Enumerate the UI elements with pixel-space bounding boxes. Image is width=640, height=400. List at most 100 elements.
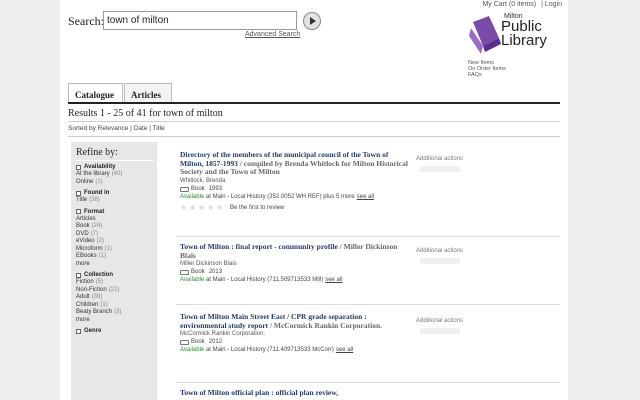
facet-head-label: Availability xyxy=(84,164,116,170)
checkbox-icon[interactable] xyxy=(76,209,81,214)
facet-item-count: (2) xyxy=(96,238,104,244)
faqs-link[interactable]: FAQs xyxy=(468,72,506,78)
result-format: Book 2013 xyxy=(180,269,560,276)
sort-relevance[interactable]: Relevance xyxy=(98,125,129,132)
star-icon[interactable]: ★ xyxy=(180,203,188,212)
checkbox-icon[interactable] xyxy=(76,190,81,196)
result-format: Book 1993 xyxy=(180,186,560,193)
result-format: Book 2012 xyxy=(180,339,560,346)
facet-item[interactable]: Microform (1) xyxy=(76,246,157,254)
facet-item[interactable]: Articles xyxy=(76,216,157,224)
facet-item[interactable]: Title (38) xyxy=(76,197,157,205)
facet-item-label: Fiction xyxy=(76,279,94,285)
facet-item-label: Articles xyxy=(76,215,96,222)
facet-group-format: Format Articles Book (24) DVD (7) eVideo (2… xyxy=(76,209,157,269)
facet-more-link[interactable]: more xyxy=(76,317,157,325)
checkbox-icon[interactable] xyxy=(76,328,81,334)
additional-actions[interactable]: Additional actions xyxy=(416,156,463,162)
facet-head-format[interactable]: Format xyxy=(76,209,157,215)
result-title-text[interactable]: Town of Milton : final report - communit… xyxy=(180,242,338,251)
facet-head-availability[interactable]: Availability xyxy=(76,164,157,170)
facet-item-count: (40) xyxy=(111,171,123,177)
logo-line-3: Library xyxy=(501,32,547,49)
checkbox-icon[interactable] xyxy=(76,272,81,278)
library-logo[interactable]: Milton Public Library xyxy=(469,13,561,58)
result-author[interactable]: Miller Dickinson Blais xyxy=(180,261,560,268)
tab-catalogue[interactable]: Catalogue xyxy=(68,83,123,104)
result-author[interactable]: McCormick Rankin Corporation. xyxy=(180,331,560,338)
facet-item[interactable]: Book (24) xyxy=(76,223,157,231)
facet-item[interactable]: At the library (40) xyxy=(76,171,157,179)
facet-head-found-in[interactable]: Found in xyxy=(76,190,157,196)
facet-item-label: Children xyxy=(76,301,99,308)
star-icon[interactable]: ★ xyxy=(207,203,215,212)
facet-item-label: DVD xyxy=(76,230,89,237)
facet-head-label: Collection xyxy=(84,272,114,278)
cart-link[interactable]: My Cart (0 items) xyxy=(482,1,536,8)
facet-item-count: (1) xyxy=(100,301,108,308)
see-all-link[interactable]: see all xyxy=(336,347,353,353)
facet-item-label: Microform xyxy=(76,245,103,252)
facet-item-label: eVideo xyxy=(76,238,95,244)
search-go-button[interactable] xyxy=(303,12,321,30)
result-divider xyxy=(176,304,560,305)
facet-item[interactable]: eVideo (2) xyxy=(76,238,157,246)
sort-divider xyxy=(68,136,560,137)
facet-group-collection: Collection Fiction (5) Non-Fiction (22) Ad… xyxy=(76,272,157,324)
facet-item[interactable]: Fiction (5) xyxy=(76,279,157,287)
facet-item[interactable]: Adult (39) xyxy=(76,294,157,302)
facet-item[interactable]: Online (1) xyxy=(76,179,157,187)
facet-item[interactable]: EBooks (1) xyxy=(76,253,157,261)
result-title-text[interactable]: Town of Milton official plan : official … xyxy=(180,388,338,397)
heading-divider xyxy=(68,121,560,122)
facet-more-link[interactable]: more xyxy=(76,261,157,269)
search-input[interactable] xyxy=(103,11,297,30)
facet-item[interactable]: Children (1) xyxy=(76,302,157,310)
facet-item[interactable]: DVD (7) xyxy=(76,231,157,239)
facet-item-label: Online xyxy=(76,178,94,185)
facet-item-count: (3) xyxy=(114,309,122,315)
result-item: Town of Milton : final report - communit… xyxy=(180,242,560,284)
facet-item-count: (24) xyxy=(91,223,103,229)
top-link-separator: | xyxy=(541,1,543,8)
refine-title: Refine by: xyxy=(76,147,154,161)
page: Search: Advanced Search My Cart (0 items… xyxy=(60,0,568,400)
facet-item-count: (1) xyxy=(104,245,113,252)
facet-head-genre[interactable]: Genre xyxy=(76,328,157,334)
see-all-link[interactable]: see all xyxy=(357,194,374,200)
additional-actions[interactable]: Additional actions xyxy=(416,318,463,324)
format-label: Book xyxy=(191,339,205,345)
result-divider xyxy=(176,382,560,383)
sort-separator: | xyxy=(149,125,151,132)
advanced-search-link[interactable]: Advanced Search xyxy=(245,31,300,38)
book-icon xyxy=(180,270,189,275)
star-icon[interactable]: ★ xyxy=(216,203,224,212)
actions-placeholder xyxy=(420,328,460,334)
availability-status: Available xyxy=(180,193,205,200)
result-title[interactable]: Town of Milton Main Street East / CPR gr… xyxy=(180,312,412,330)
result-item: Directory of the members of the municipa… xyxy=(180,150,560,212)
sort-title[interactable]: Title xyxy=(153,125,165,132)
facet-head-collection[interactable]: Collection xyxy=(76,272,157,278)
facet-item-count: (1) xyxy=(95,178,103,185)
star-icon[interactable]: ★ xyxy=(198,203,206,212)
result-title[interactable]: Directory of the members of the municipa… xyxy=(180,150,412,177)
search-label: Search: xyxy=(68,14,104,28)
result-title[interactable]: Town of Milton official plan : official … xyxy=(180,388,412,398)
additional-actions[interactable]: Additional actions xyxy=(416,248,463,254)
see-all-link[interactable]: see all xyxy=(325,277,342,283)
review-prompt[interactable]: Be the first to review xyxy=(230,205,284,211)
tab-articles[interactable]: Articles xyxy=(124,83,172,103)
format-label: Book xyxy=(191,185,205,192)
result-title[interactable]: Town of Milton : final report - communit… xyxy=(180,242,412,260)
logo-line-2-3: Public Library xyxy=(501,19,547,49)
facet-head-label: Genre xyxy=(84,328,102,334)
facet-item[interactable]: Non-Fiction (22) xyxy=(76,287,157,295)
result-author[interactable]: Whitlock, Brenda xyxy=(180,178,560,185)
star-icon[interactable]: ★ xyxy=(189,203,197,212)
facet-item[interactable]: Beaty Branch (3) xyxy=(76,309,157,317)
checkbox-icon[interactable] xyxy=(76,164,81,170)
login-link[interactable]: Login xyxy=(545,1,562,8)
availability-location: at Main - Local History (711.509713533 M… xyxy=(204,277,324,283)
sort-date[interactable]: Date xyxy=(134,125,148,132)
